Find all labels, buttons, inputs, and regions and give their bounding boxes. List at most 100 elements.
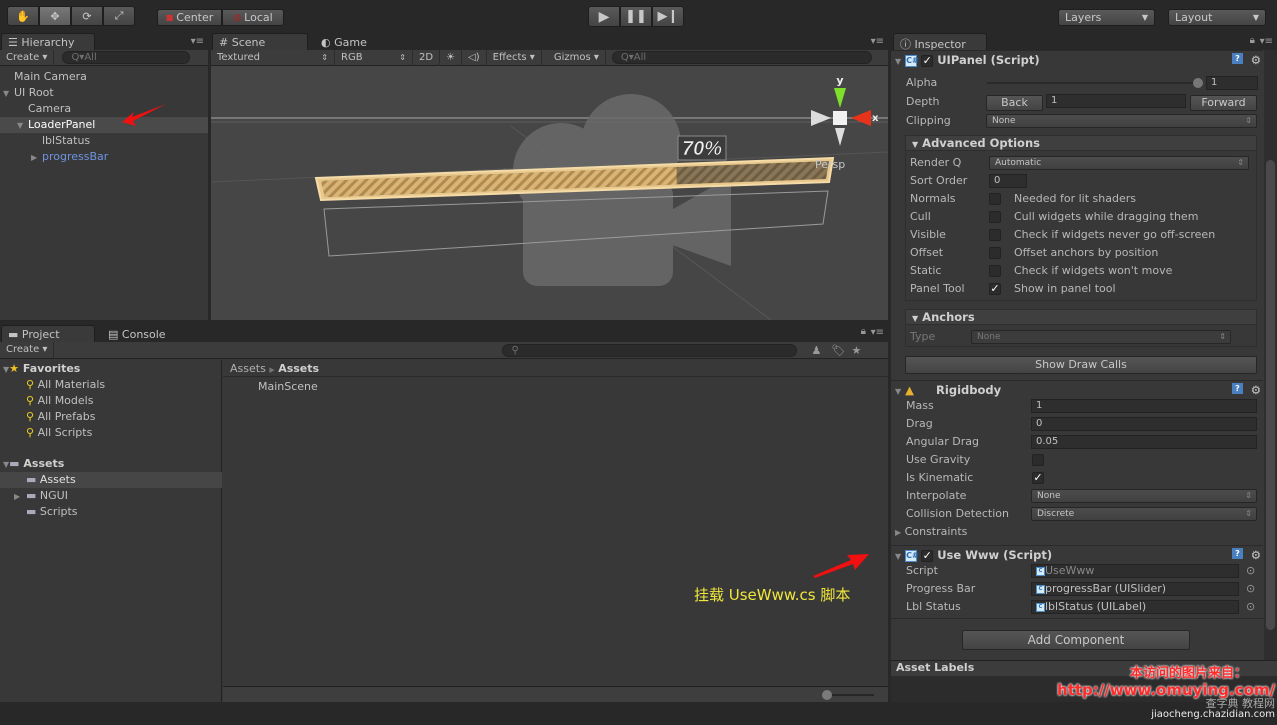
option-checkbox[interactable] (989, 229, 1001, 241)
tab-inspector[interactable]: ⓘ Inspector (893, 33, 987, 51)
progress-bar-field[interactable]: CprogressBar (UISlider) (1031, 582, 1239, 596)
option-checkbox[interactable]: ✓ (989, 283, 1001, 295)
hierarchy-item[interactable]: lblStatus (0, 133, 208, 149)
show-draw-calls-button[interactable]: Show Draw Calls (905, 356, 1257, 374)
depth-forward-button[interactable]: Forward (1190, 95, 1257, 111)
gear-icon[interactable]: ⚙ (1251, 546, 1261, 564)
hierarchy-item[interactable]: Camera (0, 101, 208, 117)
hierarchy-item[interactable]: ▶ progressBar (0, 149, 208, 165)
lock-icon[interactable]: 🔒︎ (861, 326, 866, 337)
project-create-dropdown[interactable]: Create ▾ (0, 342, 55, 358)
layers-dropdown[interactable]: Layers ▼ (1058, 9, 1155, 26)
channel-dropdown[interactable]: RGB ⇕ (335, 50, 413, 66)
collapse-arrow-icon[interactable]: ▶ (31, 150, 42, 166)
lbl-status-field[interactable]: ClblStatus (UILabel) (1031, 600, 1239, 614)
project-search-input[interactable]: ⚲ (502, 343, 798, 357)
help-icon[interactable]: ? (1232, 548, 1243, 559)
favorites-item[interactable]: ⚲ All Prefabs (26, 409, 96, 425)
object-picker-icon[interactable]: ⊙ (1246, 564, 1255, 577)
depth-back-button[interactable]: Back (986, 95, 1043, 111)
advanced-options-header[interactable]: ▼ Advanced Options (905, 135, 1257, 151)
depth-field[interactable]: 1 (1046, 94, 1186, 108)
favorites-item[interactable]: ⚲ All Models (26, 393, 93, 409)
assets-header[interactable]: ▼▬ Assets (3, 456, 64, 472)
rigidbody-header[interactable]: ▼ ▲ Rigidbody ? ⚙ (891, 380, 1263, 398)
gizmos-dropdown[interactable]: Gizmos ▾ (548, 50, 606, 66)
asset-folder-item[interactable]: ▶ ▬ NGUI (0, 488, 222, 504)
interpolate-dropdown[interactable]: None (1031, 489, 1257, 503)
scale-tool-button[interactable]: ⤢ (103, 6, 135, 26)
usewww-header[interactable]: ▼ C# ✓ Use Www (Script) ? ⚙ (891, 545, 1263, 563)
slider-handle[interactable] (822, 690, 832, 700)
scrollbar-thumb[interactable] (1266, 160, 1275, 630)
play-button[interactable]: ▶ (588, 6, 620, 27)
orientation-gizmo[interactable]: y x (811, 74, 879, 146)
tab-project[interactable]: ▬ Project (1, 325, 95, 343)
clipping-dropdown[interactable]: None (986, 114, 1257, 128)
tab-hierarchy[interactable]: ☰ Hierarchy (1, 33, 95, 51)
help-icon[interactable]: ? (1232, 53, 1243, 64)
panel-menu-icon[interactable]: ▾≡ (191, 36, 204, 47)
hierarchy-search-input[interactable]: Q▾All (62, 51, 191, 64)
expand-arrow-icon[interactable]: ▼ (17, 118, 28, 134)
object-picker-icon[interactable]: ⊙ (1246, 600, 1255, 613)
favorites-item[interactable]: ⚲ All Scripts (26, 425, 92, 441)
add-component-button[interactable]: Add Component (962, 630, 1190, 650)
use-gravity-checkbox[interactable] (1032, 454, 1044, 466)
uipanel-header[interactable]: ▼ C# ✓ UIPanel (Script) ? ⚙ (891, 50, 1263, 68)
alpha-field[interactable]: 1 (1206, 76, 1258, 90)
pivot-local-button[interactable]: ◍ Local (222, 9, 284, 26)
hierarchy-item[interactable]: ▼ LoaderPanel (0, 117, 208, 133)
panel-menu-icon[interactable]: ▾≡ (871, 327, 884, 338)
render-q-dropdown[interactable]: Automatic (989, 156, 1249, 170)
layout-dropdown[interactable]: Layout ▼ (1168, 9, 1266, 26)
collision-detection-dropdown[interactable]: Discrete (1031, 507, 1257, 521)
option-checkbox[interactable] (989, 265, 1001, 277)
favorites-header[interactable]: ▼★ Favorites (3, 361, 80, 377)
asset-folder-item[interactable]: ▬ Scripts (0, 504, 222, 520)
gear-icon[interactable]: ⚙ (1251, 381, 1261, 399)
option-checkbox[interactable] (989, 193, 1001, 205)
gear-icon[interactable]: ⚙ (1251, 51, 1261, 69)
anchors-header[interactable]: ▼ Anchors (905, 309, 1257, 325)
script-field[interactable]: C UseWww (1031, 564, 1239, 578)
asset-folder-item[interactable]: ▬ Assets (0, 472, 222, 488)
angular-drag-field[interactable]: 0.05 (1031, 435, 1257, 449)
object-picker-icon[interactable]: ⊙ (1246, 582, 1255, 595)
persp-label[interactable]: Persp (815, 158, 845, 171)
scene-search-input[interactable]: Q▾All (611, 51, 872, 64)
favorites-item[interactable]: ⚲ All Materials (26, 377, 105, 393)
favorites-star-button[interactable]: ★ (851, 344, 871, 357)
constraints-foldout[interactable]: ▶ Constraints (895, 524, 967, 540)
inspector-scrollbar[interactable] (1264, 50, 1277, 660)
lighting-toggle[interactable]: ☀ (440, 50, 463, 66)
is-kinematic-checkbox[interactable]: ✓ (1032, 472, 1044, 484)
drag-field[interactable]: 0 (1031, 417, 1257, 431)
expand-arrow-icon[interactable]: ▼ (3, 86, 14, 102)
breadcrumb-current[interactable]: Assets (278, 362, 319, 375)
file-item[interactable]: MainScene (258, 379, 888, 395)
panel-menu-icon[interactable]: ▾≡ (871, 36, 884, 47)
pivot-center-button[interactable]: ■ Center (157, 9, 222, 26)
option-checkbox[interactable] (989, 211, 1001, 223)
mass-field[interactable]: 1 (1031, 399, 1257, 413)
expand-arrow-icon[interactable]: ▶ (14, 489, 26, 505)
option-checkbox[interactable] (989, 247, 1001, 259)
step-button[interactable]: ▶❙ (652, 6, 684, 27)
uipanel-enabled-checkbox[interactable]: ✓ (921, 54, 934, 67)
usewww-enabled-checkbox[interactable]: ✓ (921, 549, 934, 562)
2d-toggle[interactable]: 2D (413, 50, 441, 66)
help-icon[interactable]: ? (1232, 383, 1243, 394)
audio-toggle[interactable]: ◁) (462, 50, 487, 66)
hierarchy-create-dropdown[interactable]: Create ▾ (0, 49, 55, 66)
breadcrumb-root[interactable]: Assets (230, 362, 266, 375)
pause-button[interactable]: ❚❚ (620, 6, 652, 27)
sort-order-field[interactable]: 0 (989, 174, 1027, 188)
tab-scene[interactable]: # Scene (212, 33, 308, 51)
hand-tool-button[interactable]: ✋ (7, 6, 39, 26)
alpha-slider[interactable] (987, 82, 1197, 84)
filter-by-label-button[interactable]: 🏷︎ (831, 344, 851, 357)
hierarchy-item[interactable]: Main Camera (0, 69, 208, 85)
effects-dropdown[interactable]: Effects ▾ (487, 50, 542, 66)
filter-by-type-button[interactable]: ♟ (811, 344, 831, 357)
